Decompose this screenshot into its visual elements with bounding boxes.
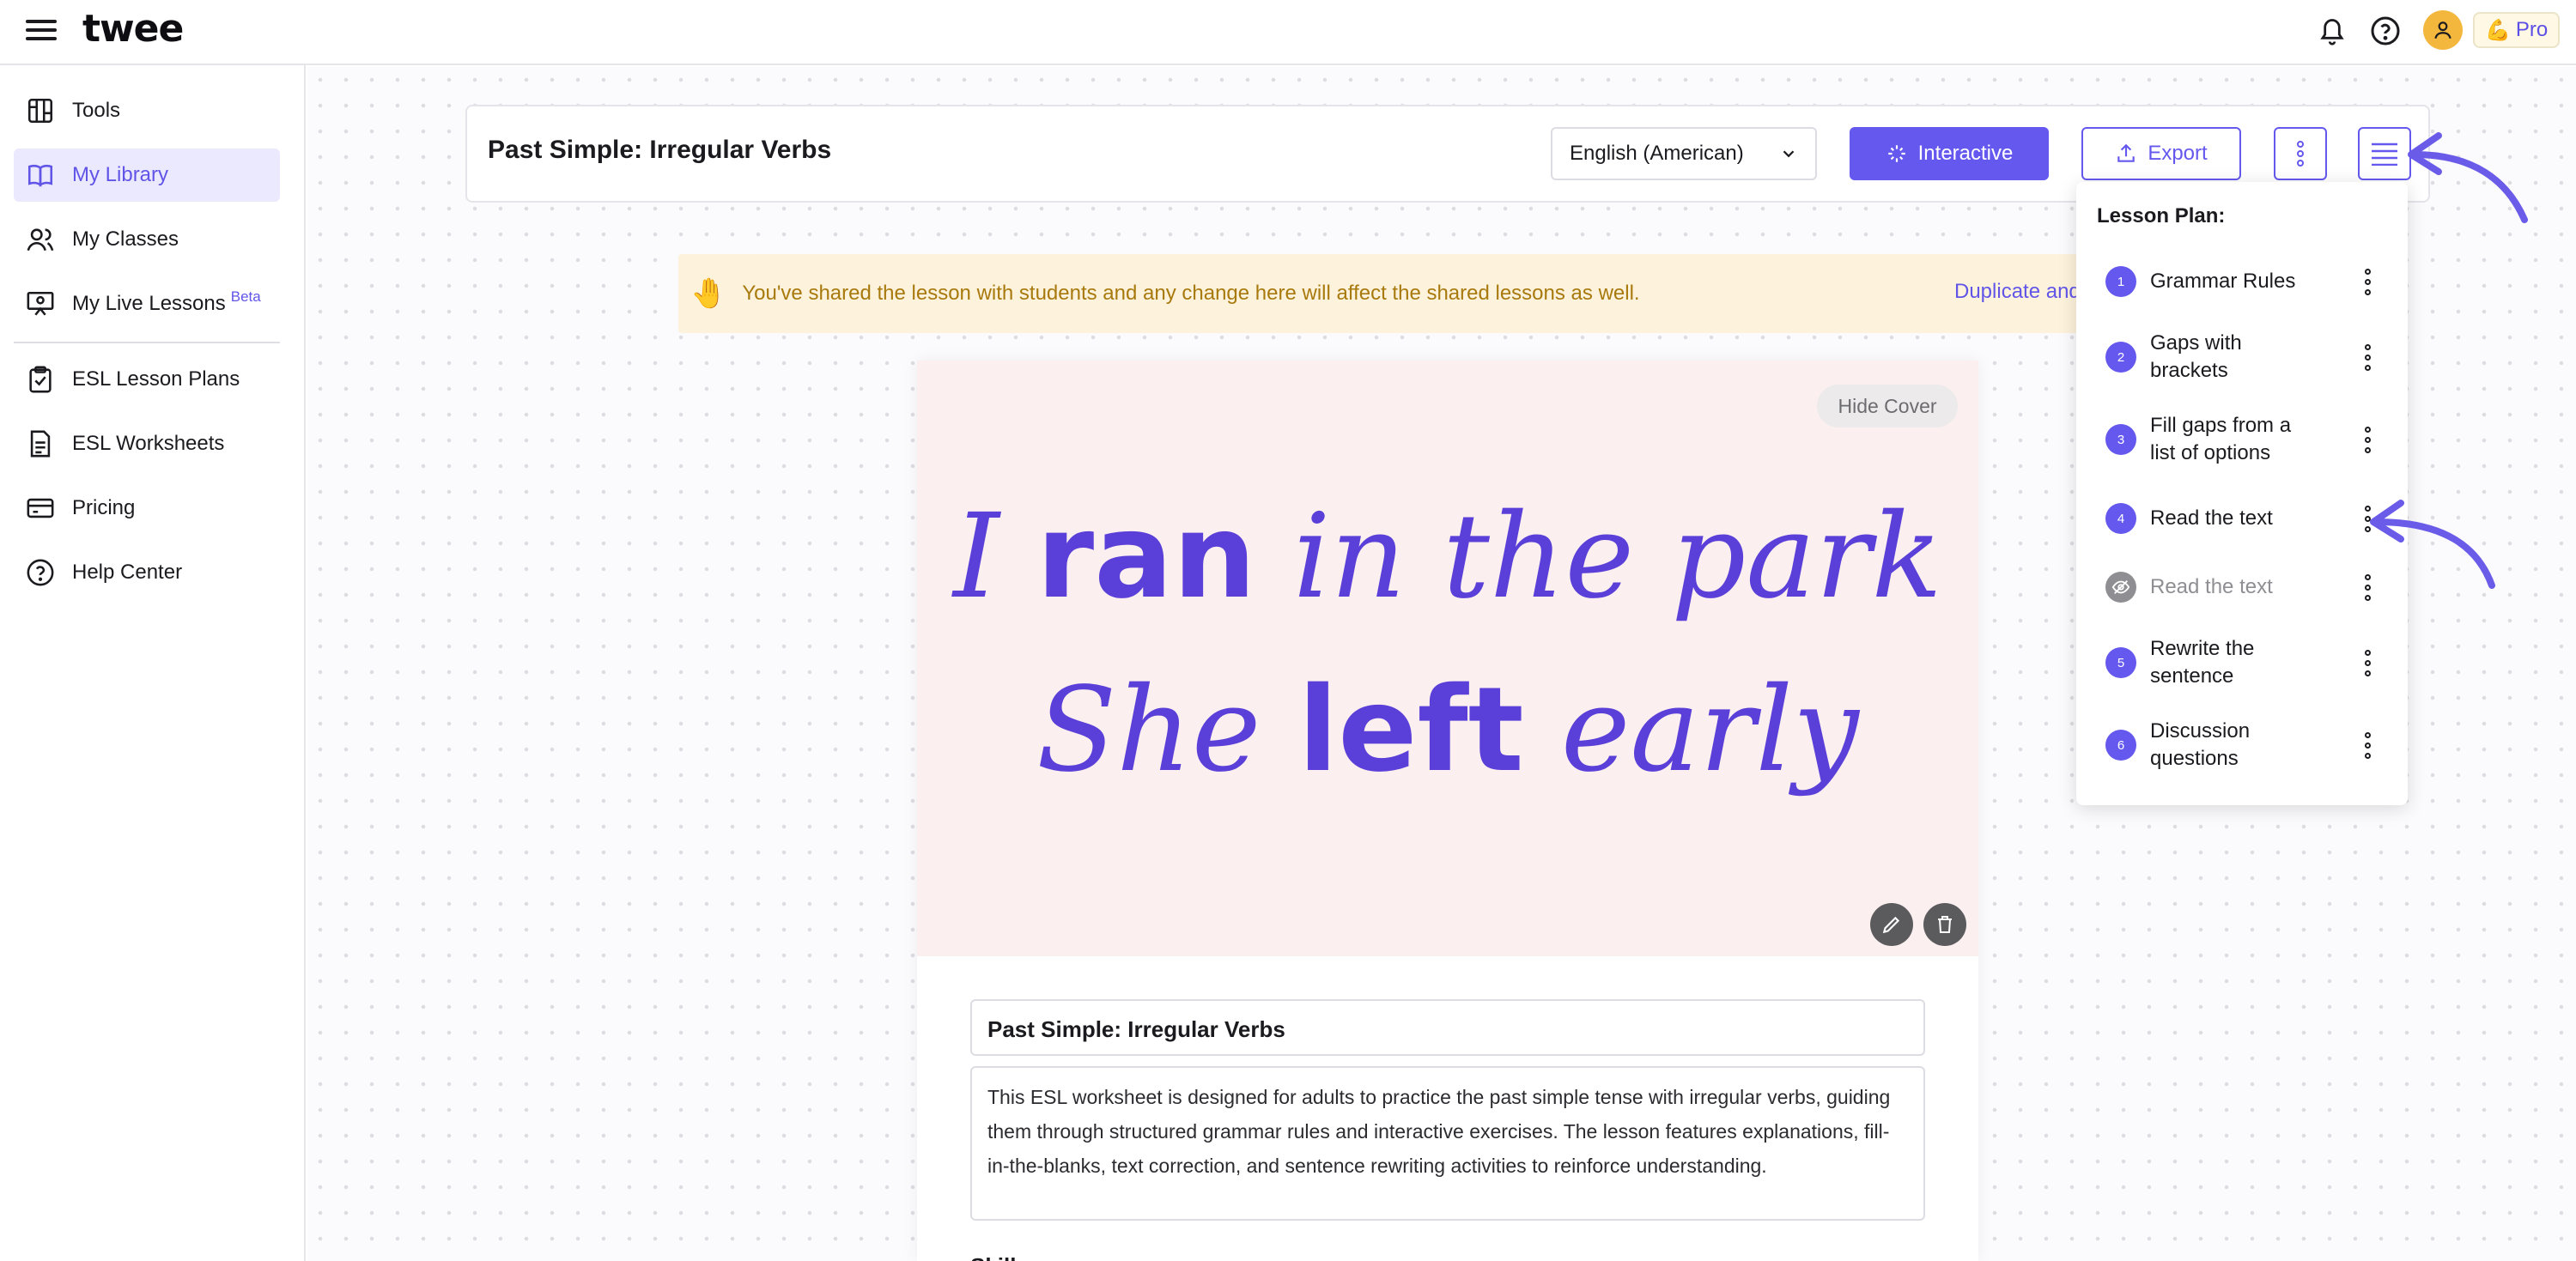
- sidebar-item-label: Tools: [72, 99, 121, 122]
- annotation-arrow-icon: [2370, 500, 2495, 589]
- edit-cover-button[interactable]: [1870, 903, 1913, 946]
- step-label: Read the text: [2150, 506, 2273, 530]
- step-label: Discussion questions: [2150, 719, 2251, 770]
- sidebar-item-label: My Classes: [72, 227, 179, 251]
- more-vertical-icon[interactable]: [2354, 728, 2380, 762]
- lesson-plan-item[interactable]: 3 Fill gaps from a list of options: [2105, 412, 2389, 467]
- sidebar-item-label: My Live Lessons: [72, 292, 226, 315]
- app-logo[interactable]: twee: [82, 7, 184, 51]
- banner-text: You've shared the lesson with students a…: [742, 282, 1640, 305]
- sidebar-item-label: Help Center: [72, 561, 183, 584]
- credit-card-icon: [27, 498, 54, 518]
- step-number: 1: [2105, 266, 2136, 297]
- step-number: 6: [2105, 730, 2136, 761]
- interactive-button[interactable]: Interactive: [1850, 127, 2049, 180]
- sidebar-item-my-library[interactable]: My Library: [14, 149, 280, 202]
- sidebar-item-my-classes[interactable]: My Classes: [14, 213, 280, 266]
- sidebar-item-label: ESL Worksheets: [72, 432, 225, 455]
- sidebar-item-help-center[interactable]: Help Center: [14, 546, 280, 599]
- sidebar-divider: [14, 342, 280, 343]
- step-label: Gaps with brackets: [2150, 331, 2242, 382]
- help-icon[interactable]: [2368, 14, 2403, 48]
- worksheet-icon: [30, 430, 51, 458]
- chevron-down-icon: [1783, 150, 1795, 158]
- sidebar-item-label: ESL Lesson Plans: [72, 367, 240, 391]
- lesson-plan-item[interactable]: 1 Grammar Rules: [2105, 266, 2389, 297]
- sidebar-item-esl-worksheets[interactable]: ESL Worksheets: [14, 417, 280, 470]
- lesson-plan-dropdown: Lesson Plan: 1 Grammar Rules 2 Gaps with…: [2076, 182, 2408, 805]
- lesson-document: Hide Cover I ran in the park She left ea…: [917, 361, 1978, 1261]
- lesson-plan-title: Lesson Plan:: [2097, 204, 2226, 227]
- pro-label: Pro: [2515, 18, 2549, 41]
- pencil-icon: [1882, 916, 1900, 934]
- sidebar-item-label: My Library: [72, 163, 169, 186]
- list-icon: [2372, 142, 2397, 166]
- sidebar-item-tools[interactable]: Tools: [14, 84, 280, 137]
- sidebar-item-pricing[interactable]: Pricing: [14, 482, 280, 535]
- lesson-plan-item[interactable]: 6 Discussion questions: [2105, 718, 2389, 773]
- top-bar: twee 💪 Pro: [0, 0, 2576, 65]
- book-icon: [27, 164, 53, 187]
- help-icon: [27, 559, 54, 586]
- hand-wave-icon: 🤚: [690, 277, 727, 310]
- user-avatar[interactable]: [2423, 10, 2463, 50]
- more-vertical-icon[interactable]: [2354, 264, 2380, 299]
- tools-icon: [27, 98, 53, 124]
- menu-icon[interactable]: [26, 17, 57, 43]
- lesson-plan-item[interactable]: 2 Gaps with brackets: [2105, 330, 2389, 385]
- duplicate-link[interactable]: Duplicate and: [1954, 280, 2081, 304]
- delete-cover-button[interactable]: [1923, 903, 1966, 946]
- language-value: English (American): [1570, 142, 1744, 165]
- lesson-plan-item[interactable]: 4 Read the text: [2105, 503, 2389, 534]
- step-number: 3: [2105, 424, 2136, 455]
- lesson-plan-item-hidden[interactable]: Read the text: [2105, 572, 2389, 603]
- step-number: 5: [2105, 647, 2136, 678]
- cover-line-2: She left early: [1036, 663, 1859, 798]
- section-heading: Skills: [970, 1253, 1029, 1261]
- step-label: Grammar Rules: [2150, 270, 2296, 293]
- more-vertical-icon[interactable]: [2354, 422, 2380, 457]
- users-icon: [27, 228, 54, 252]
- lesson-plan-toggle-button[interactable]: [2358, 127, 2411, 180]
- interactive-label: Interactive: [1917, 142, 2014, 165]
- shared-warning-banner: 🤚 You've shared the lesson with students…: [678, 254, 2087, 333]
- presentation-icon: [27, 291, 54, 316]
- upload-icon: [2117, 143, 2136, 162]
- sidebar-item-esl-lesson-plans[interactable]: ESL Lesson Plans: [14, 353, 280, 406]
- annotation-arrow-icon: [2408, 132, 2528, 223]
- sidebar-item-label: Pricing: [72, 496, 136, 519]
- sparkle-icon: [1887, 145, 1905, 162]
- step-label: Read the text: [2150, 575, 2273, 598]
- sidebar: Tools My Library My Classes My Live Less…: [0, 65, 306, 1261]
- more-vertical-icon[interactable]: [2354, 340, 2380, 374]
- step-label: Fill gaps from a list of options: [2150, 414, 2292, 464]
- hide-cover-button[interactable]: Hide Cover: [1817, 385, 1958, 427]
- cover-line-1: I ran in the park: [953, 489, 1942, 625]
- language-select[interactable]: English (American): [1551, 127, 1817, 180]
- bell-icon[interactable]: [2315, 14, 2349, 48]
- eye-off-icon: [2105, 572, 2136, 603]
- lesson-plan-item[interactable]: 5 Rewrite the sentence: [2105, 635, 2389, 690]
- export-label: Export: [2148, 142, 2208, 165]
- lesson-title: Past Simple: Irregular Verbs: [488, 136, 832, 164]
- lesson-cover: Hide Cover I ran in the park She left ea…: [917, 361, 1978, 956]
- document-description-field[interactable]: This ESL worksheet is designed for adult…: [970, 1066, 1925, 1221]
- step-label: Rewrite the sentence: [2150, 637, 2255, 688]
- flex-icon: 💪: [2485, 18, 2511, 42]
- pro-badge[interactable]: 💪 Pro: [2473, 12, 2561, 48]
- trash-icon: [1938, 916, 1952, 933]
- more-options-button[interactable]: [2274, 127, 2327, 180]
- more-vertical-icon: [2297, 141, 2304, 167]
- beta-badge: Beta: [230, 288, 261, 305]
- step-number: 4: [2105, 503, 2136, 534]
- step-number: 2: [2105, 342, 2136, 373]
- document-title-field[interactable]: Past Simple: Irregular Verbs: [970, 999, 1925, 1056]
- clipboard-icon: [29, 366, 52, 393]
- more-vertical-icon[interactable]: [2354, 646, 2380, 680]
- export-button[interactable]: Export: [2081, 127, 2241, 180]
- sidebar-item-my-live-lessons[interactable]: My Live Lessons Beta: [14, 277, 280, 330]
